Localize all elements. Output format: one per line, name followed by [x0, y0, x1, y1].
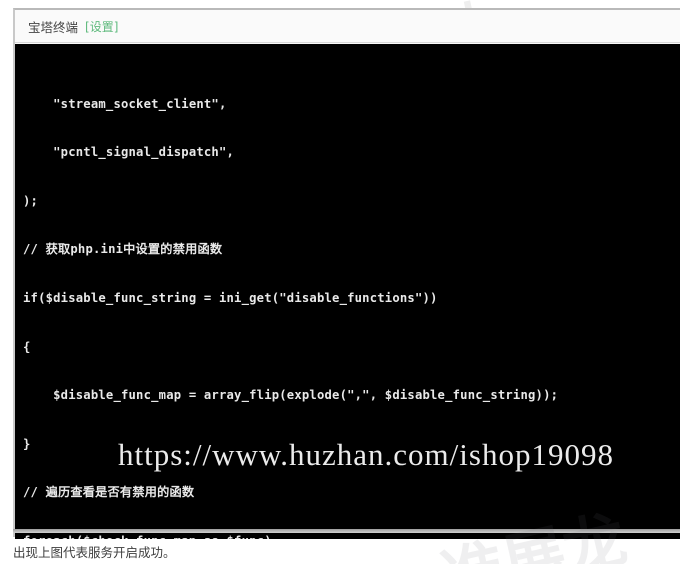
code-line: ); [23, 193, 39, 208]
code-line: } [23, 436, 31, 451]
settings-link[interactable]: [设置] [85, 18, 118, 35]
caption-text: 出现上图代表服务开启成功。 [13, 545, 176, 560]
code-line: foreach($check_func_map as $func) [23, 533, 680, 539]
code-line: { [23, 339, 31, 354]
code-line: if($disable_func_string = ini_get("disab… [23, 290, 438, 305]
panel-header: 宝塔终端 [设置] [15, 10, 680, 43]
terminal-text-body: "stream_socket_client", "pcntl_signal_di… [23, 47, 680, 539]
code-line: "stream_socket_client", [23, 96, 227, 111]
screenshot-root: 站网上 宝塔终端 [设置] "stream_socket_client", "p… [0, 0, 680, 564]
code-line: $disable_func_map = array_flip(explode("… [23, 388, 559, 403]
code-line: // 遍历查看是否有禁用的函数 [23, 485, 195, 500]
code-line: "pcntl_signal_dispatch", [23, 145, 235, 160]
code-line: // 获取php.ini中设置的禁用函数 [23, 242, 223, 257]
terminal-panel: 宝塔终端 [设置] "stream_socket_client", "pcntl… [13, 8, 680, 539]
page-title: 宝塔终端 [28, 19, 79, 35]
panel-bottom-edge [13, 529, 680, 533]
terminal-output[interactable]: "stream_socket_client", "pcntl_signal_di… [15, 44, 680, 539]
